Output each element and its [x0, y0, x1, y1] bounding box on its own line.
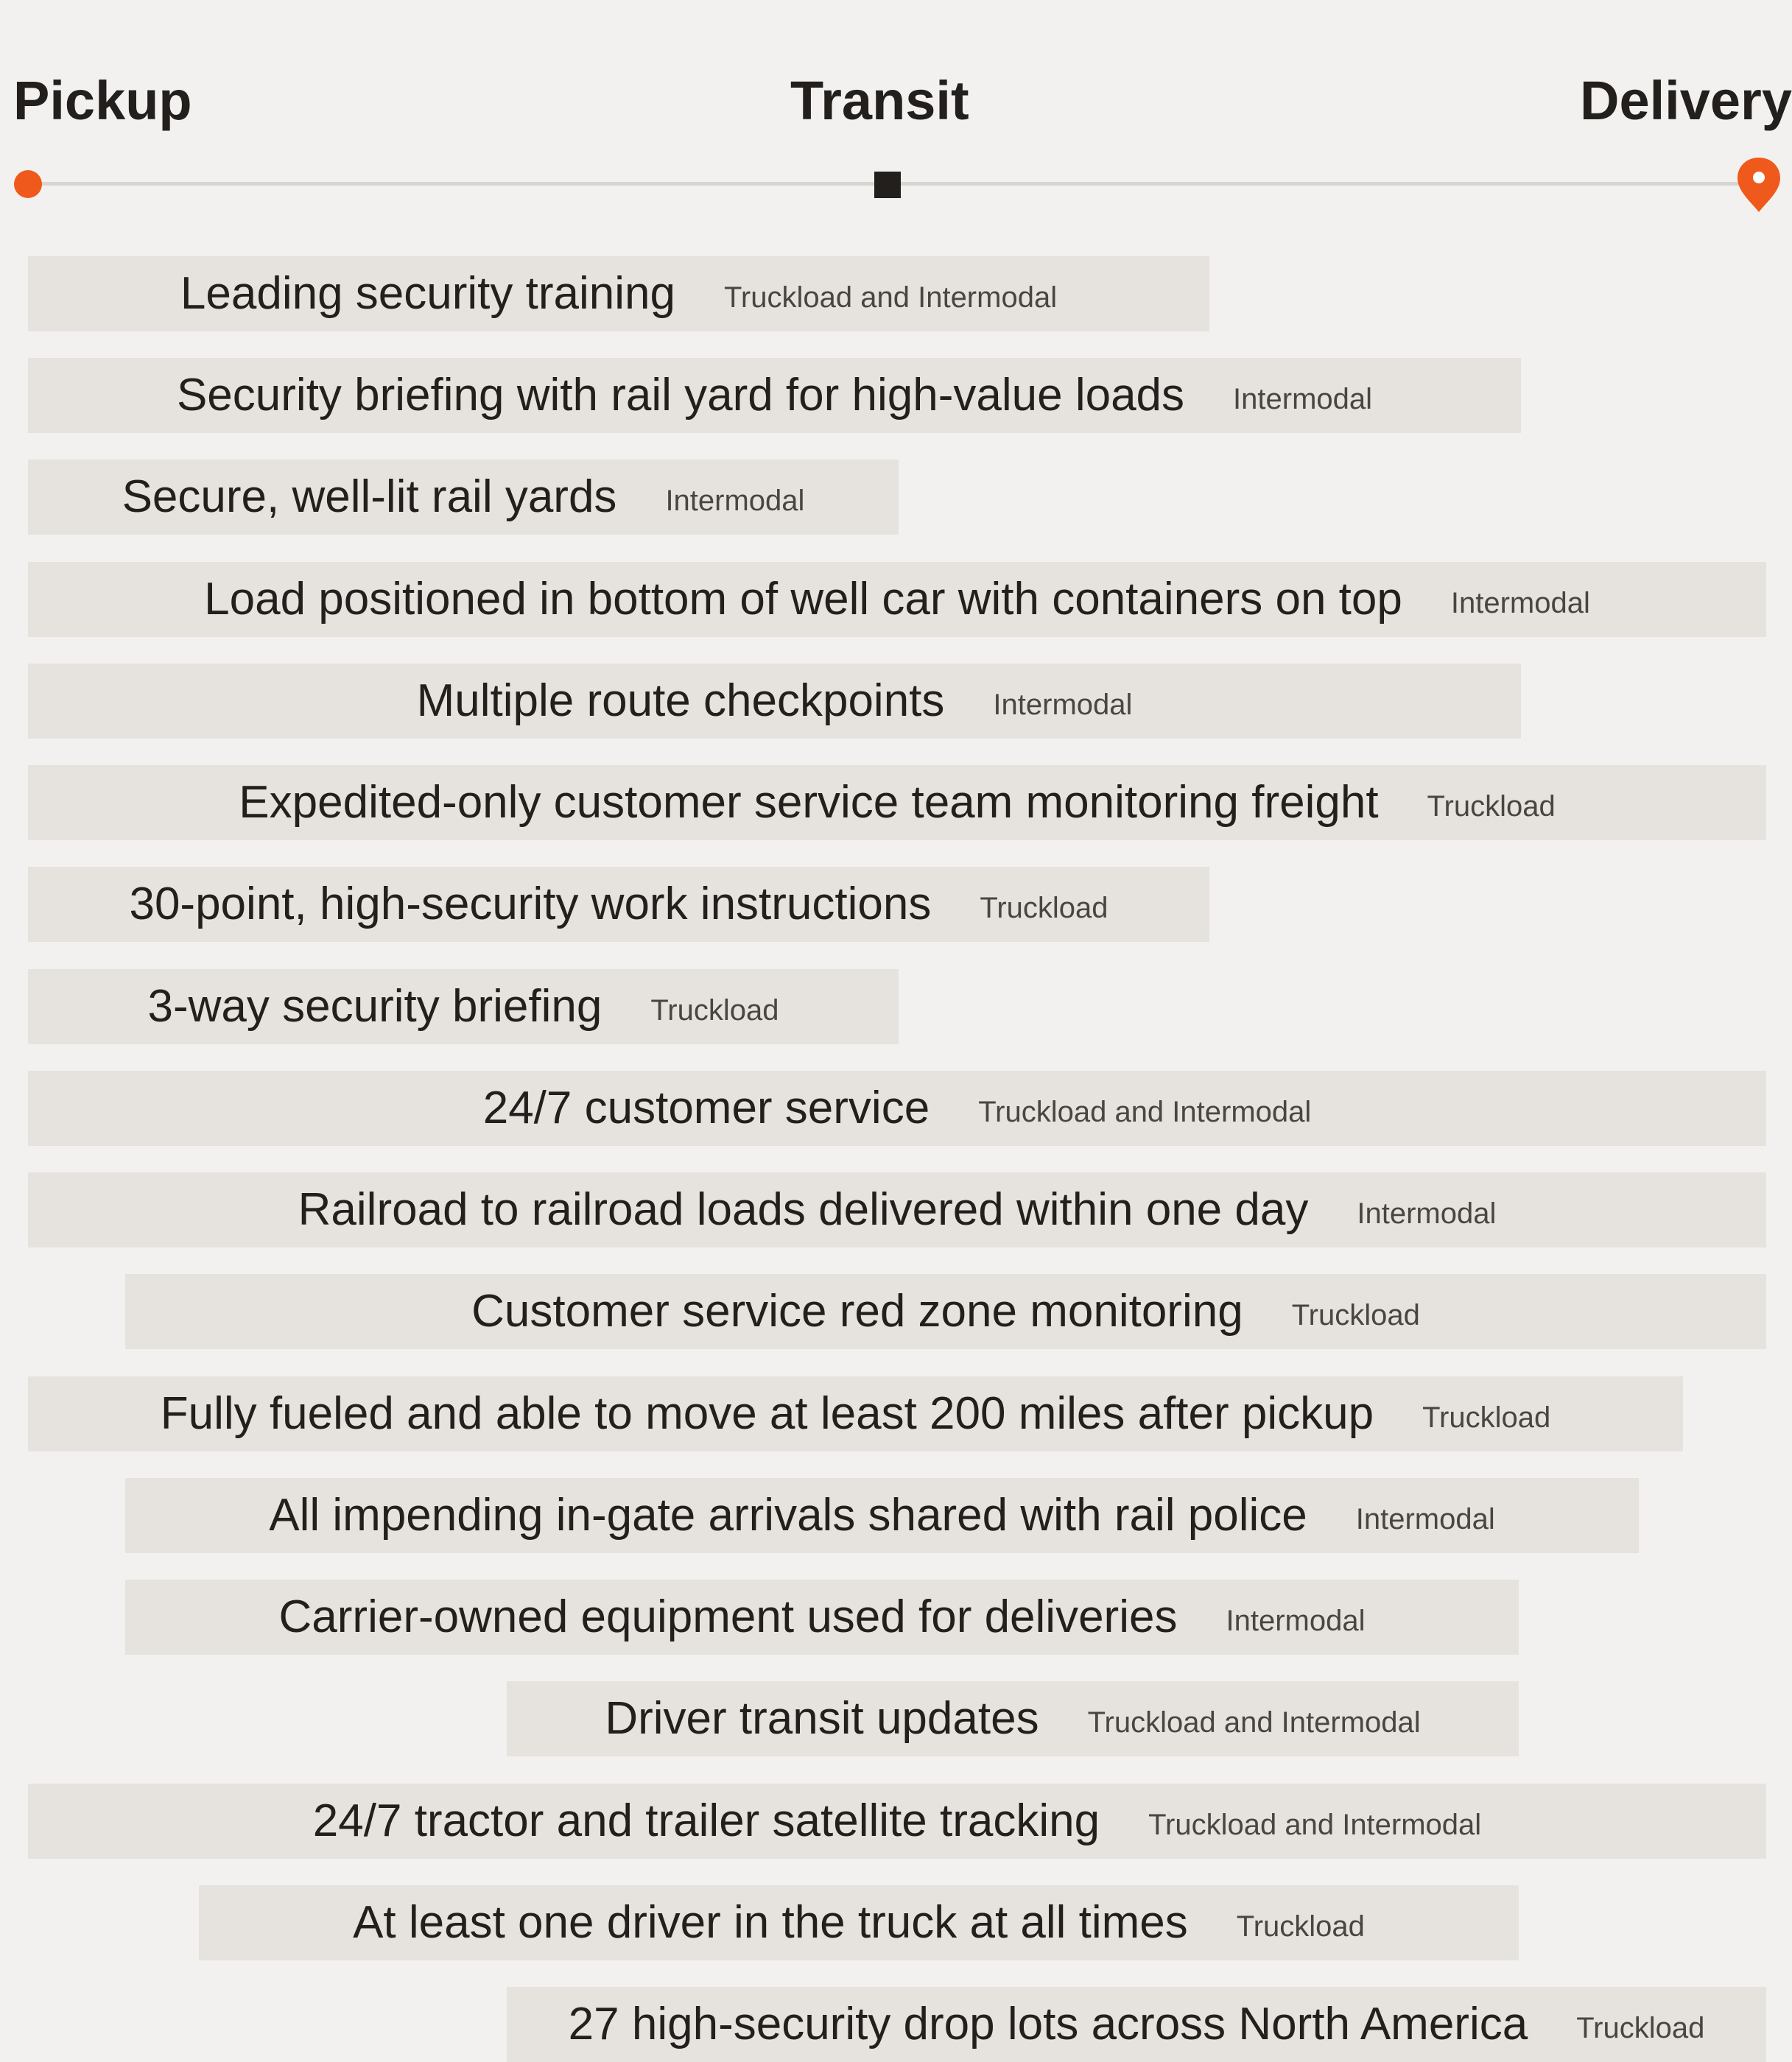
measure-title: Railroad to railroad loads delivered wit…	[298, 1184, 1309, 1235]
measure-title: Secure, well-lit rail yards	[122, 471, 617, 522]
measure-bar: Leading security training Truckload and I…	[28, 256, 1209, 331]
measure-title: Fully fueled and able to move at least 2…	[160, 1388, 1374, 1439]
measure-bar: Railroad to railroad loads delivered wit…	[28, 1172, 1766, 1248]
measure-mode: Truckload	[1236, 1910, 1365, 1943]
measure-title: At least one driver in the truck at all …	[353, 1897, 1188, 1948]
measure-bar: All impending in-gate arrivals shared wi…	[125, 1478, 1639, 1553]
measure-mode: Intermodal	[1355, 1503, 1495, 1535]
measure-bar: At least one driver in the truck at all …	[199, 1885, 1519, 1960]
measure-bar: Secure, well-lit rail yards Intermodal	[28, 460, 899, 535]
measure-bar: Expedited-only customer service team mon…	[28, 765, 1766, 840]
measure-mode: Truckload	[1427, 790, 1556, 823]
measure-mode: Truckload and Intermodal	[978, 1096, 1312, 1128]
measure-mode: Truckload and Intermodal	[1148, 1809, 1482, 1841]
measure-mode: Truckload and Intermodal	[723, 281, 1058, 314]
measure-bar: 24/7 tractor and trailer satellite track…	[28, 1784, 1766, 1859]
measure-bar: 27 high-security drop lots across North …	[507, 1987, 1766, 2062]
measure-title: Security briefing with rail yard for hig…	[176, 370, 1185, 421]
measure-bar: Carrier-owned equipment used for deliver…	[125, 1580, 1519, 1655]
measure-mode: Truckload	[650, 994, 779, 1027]
measure-bar: 3-way security briefing Truckload	[28, 969, 899, 1044]
measure-mode: Truckload and Intermodal	[1087, 1706, 1421, 1739]
measure-title: Expedited-only customer service team mon…	[239, 777, 1379, 828]
measure-mode: Intermodal	[1233, 383, 1373, 415]
pickup-dot-icon	[14, 170, 42, 198]
measure-bar: Customer service red zone monitoring Truc…	[125, 1274, 1766, 1349]
measure-title: Leading security training	[180, 268, 675, 319]
measure-title: Load positioned in bottom of well car wi…	[204, 574, 1402, 624]
map-pin-icon	[1737, 158, 1780, 212]
measure-bar: 30-point, high-security work instruction…	[28, 867, 1209, 942]
measure-title: All impending in-gate arrivals shared wi…	[269, 1490, 1307, 1541]
transit-square-icon	[874, 172, 901, 198]
measure-mode: Intermodal	[665, 485, 805, 517]
measure-title: Multiple route checkpoints	[416, 675, 945, 726]
measure-mode: Intermodal	[993, 689, 1133, 721]
measure-mode: Truckload	[1291, 1299, 1420, 1331]
measure-mode: Truckload	[1422, 1401, 1551, 1434]
measure-title: Carrier-owned equipment used for deliver…	[278, 1591, 1178, 1642]
measure-bar: Fully fueled and able to move at least 2…	[28, 1376, 1683, 1452]
measure-title: 27 high-security drop lots across North …	[568, 1999, 1528, 2049]
measure-mode: Intermodal	[1226, 1605, 1366, 1637]
measure-mode: Intermodal	[1450, 587, 1590, 619]
measure-mode: Truckload	[1576, 2012, 1705, 2044]
measure-title: 3-way security briefing	[147, 981, 602, 1032]
measure-title: 24/7 tractor and trailer satellite track…	[312, 1795, 1100, 1846]
measure-title: Customer service red zone monitoring	[471, 1286, 1243, 1337]
stage-label-pickup: Pickup	[13, 70, 192, 131]
stage-label-delivery: Delivery	[1580, 70, 1792, 131]
measure-mode: Intermodal	[1357, 1197, 1497, 1230]
measure-title: Driver transit updates	[605, 1693, 1039, 1744]
stage-label-transit: Transit	[790, 70, 969, 131]
measure-bar: 24/7 customer service Truckload and Inter…	[28, 1071, 1766, 1146]
measure-bar: Driver transit updates Truckload and Inte…	[507, 1681, 1519, 1756]
measure-bar: Security briefing with rail yard for hig…	[28, 358, 1521, 433]
measure-mode: Truckload	[980, 892, 1108, 924]
measure-bar: Multiple route checkpoints Intermodal	[28, 664, 1521, 739]
measure-title: 24/7 customer service	[482, 1083, 930, 1133]
measure-bar: Load positioned in bottom of well car wi…	[28, 562, 1766, 637]
measure-title: 30-point, high-security work instruction…	[129, 879, 932, 929]
